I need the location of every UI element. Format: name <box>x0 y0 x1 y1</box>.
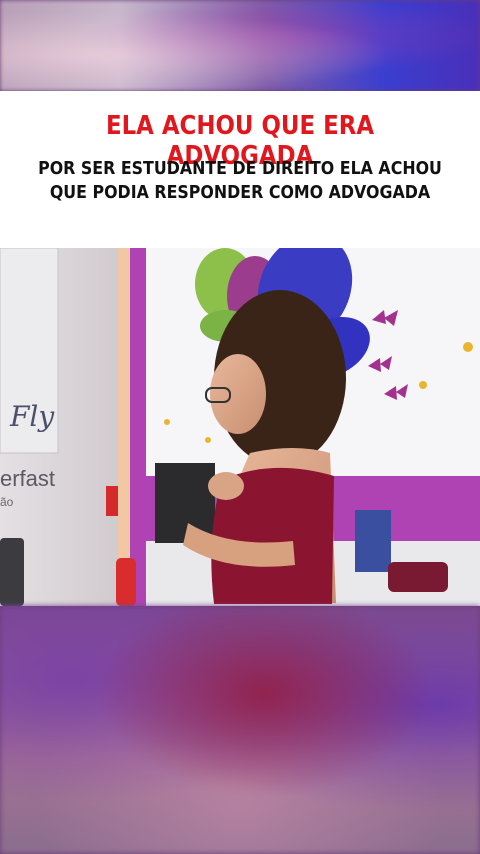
product-box <box>355 510 391 572</box>
sign-brand: erfast <box>0 466 55 491</box>
woman-face <box>210 354 266 434</box>
woman-hand <box>208 472 244 500</box>
caption-banner: ELA ACHOU QUE ERA ADVOGADA POR SER ESTUD… <box>0 91 480 248</box>
sign-brand-sub: ão <box>0 495 14 509</box>
bottom-blurred-background <box>0 606 480 854</box>
sign-fly: Fly <box>9 400 55 433</box>
subline-line-1: POR SER ESTUDANTE DE DIREITO ELA ACHOU <box>38 158 442 179</box>
chair <box>0 538 24 606</box>
top-blurred-background <box>0 0 480 91</box>
printer <box>155 463 215 543</box>
fire-extinguisher <box>116 558 136 606</box>
video-frame: Fly erfast ão <box>0 248 480 606</box>
handbag <box>388 562 448 592</box>
subline: POR SER ESTUDANTE DE DIREITO ELA ACHOU Q… <box>29 157 451 205</box>
subline-line-2: QUE PODIA RESPONDER COMO ADVOGADA <box>49 182 431 203</box>
scene-illustration: Fly erfast ão <box>0 248 480 606</box>
